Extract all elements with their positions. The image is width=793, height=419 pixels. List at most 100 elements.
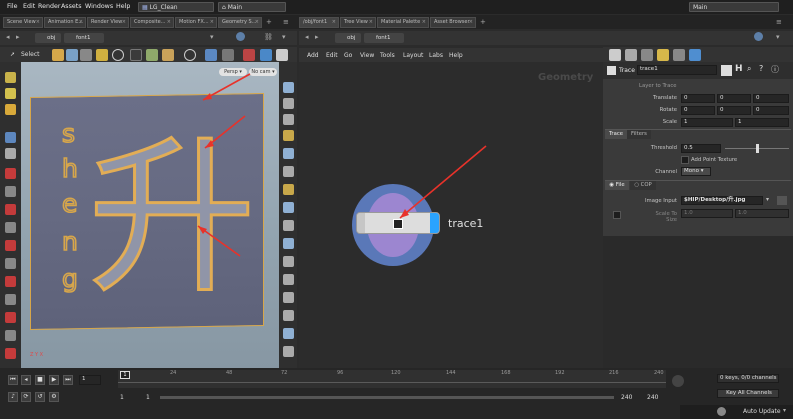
close-icon[interactable]: × [469,18,473,27]
search-icon[interactable]: ⌕ [747,64,751,74]
jump-start-icon[interactable]: ⏮ [8,375,18,385]
uv-icon[interactable] [283,238,294,249]
update-mode-icon[interactable] [717,407,726,416]
add-tab-icon[interactable]: + [480,18,486,26]
key-all-channels-button[interactable]: Key All Channels [717,389,779,398]
scale-to-size-x[interactable]: 1.0 [681,209,733,218]
close-icon[interactable]: × [369,18,373,27]
loop-icon[interactable]: ↺ [35,392,45,402]
tab-filters[interactable]: Filters [627,130,651,139]
start-frame[interactable]: 1 [120,394,124,401]
close-icon[interactable]: × [422,18,426,27]
bulb-icon[interactable] [283,130,294,141]
crop-icon[interactable] [283,310,294,321]
scale-to-size-checkbox[interactable] [613,211,621,219]
ghost-icon[interactable] [283,148,294,159]
add-point-texture-checkbox[interactable] [681,156,689,164]
template-icon[interactable] [283,166,294,177]
gear-icon[interactable] [721,65,732,76]
node-name-field[interactable]: trace1 [637,65,717,75]
current-frame-field[interactable]: 1 [79,375,101,385]
translate-z[interactable]: 0 [753,94,789,103]
cube-icon[interactable] [283,328,294,339]
path-node[interactable]: font1 [364,33,404,43]
net-menu-view[interactable]: View [360,52,374,59]
translate-x[interactable]: 0 [681,94,715,103]
net-menu-go[interactable]: Go [344,52,352,59]
back-arrow-icon[interactable]: ◂ [305,33,309,41]
pane-menu-icon[interactable]: ≡ [776,18,782,26]
net-menu-edit[interactable]: Edit [326,52,338,59]
threshold-slider-handle[interactable] [755,144,759,153]
settings-icon[interactable]: ⚙ [49,392,59,402]
tick-label: 144 [446,370,456,376]
rotate-z[interactable]: 0 [753,106,789,115]
net-menu-layout[interactable]: Layout [403,52,423,59]
list-icon[interactable] [641,49,653,61]
layout-icon[interactable] [673,49,685,61]
play-icon[interactable]: ▶ [49,375,59,385]
note-icon[interactable] [657,49,669,61]
end-frame[interactable]: 240 [621,394,632,401]
chevron-down-icon[interactable]: ▾ [783,407,786,414]
audio-icon[interactable]: ♪ [8,392,18,402]
path-obj[interactable]: obj [335,33,361,43]
param-empty-area [603,236,793,368]
tools-icon[interactable] [609,49,621,61]
info-icon[interactable] [689,49,701,61]
tab-network-obj-font1[interactable]: /obj/font1 × [299,17,339,28]
pen-icon[interactable] [283,274,294,285]
net-menu-add[interactable]: Add [307,52,319,59]
end-frame-2[interactable]: 240 [647,394,658,401]
translate-y[interactable]: 0 [717,94,751,103]
pencil-icon[interactable] [283,346,294,357]
file-chooser-icon[interactable] [777,196,787,205]
tab-cop[interactable]: ○ COP [630,181,656,190]
chevron-down-icon[interactable]: ▾ [776,33,780,41]
tab-tree-view[interactable]: Tree View × [340,17,376,28]
tab-trace[interactable]: Trace [605,130,627,139]
image-input-field[interactable]: $HIP/Desktop/升.jpg [681,196,763,205]
close-icon[interactable]: × [332,18,336,27]
search-icon[interactable] [672,375,684,387]
tab-material-palette[interactable]: Material Palette × [377,17,429,28]
playhead[interactable]: 1 [120,371,130,379]
scale-x[interactable]: 1 [681,118,733,127]
display-points-icon[interactable] [283,82,294,93]
net-menu-labs[interactable]: Labs [429,52,443,59]
channel-dropdown[interactable]: Mono ▾ [681,167,711,176]
chevron-down-icon[interactable]: ▾ [766,196,769,203]
timeline-track[interactable]: 1 24 48 72 96 120 144 168 192 216 240 [118,370,666,388]
realtime-icon[interactable]: ⟳ [21,392,31,402]
net-menu-help[interactable]: Help [449,52,463,59]
lock-icon[interactable] [283,114,294,125]
step-back-icon[interactable]: ◂ [21,375,31,385]
light-bulb-icon[interactable] [283,184,294,195]
jump-end-icon[interactable]: ⏭ [63,375,73,385]
help-icon[interactable]: ? [759,64,763,73]
tab-file[interactable]: ◉ File [605,181,629,190]
auto-update-label[interactable]: Auto Update [743,408,781,415]
pin-icon[interactable] [754,32,763,41]
forward-arrow-icon[interactable]: ▸ [315,33,319,41]
info-icon[interactable]: ⓘ [771,64,779,75]
scale-to-size-y[interactable]: 1.0 [735,209,789,218]
help-h-icon[interactable]: H [735,64,743,74]
start-frame-2[interactable]: 1 [146,394,150,401]
scale-y[interactable]: 1 [735,118,789,127]
grid-icon[interactable] [283,202,294,213]
range-bar[interactable] [160,396,614,399]
network-view-icon[interactable] [625,49,637,61]
network-editor[interactable]: Add Add Edit Go View Tools Layout Labs H… [299,48,603,368]
ortho-icon[interactable] [283,220,294,231]
display-normals-icon[interactable] [283,98,294,109]
rotate-y[interactable]: 0 [717,106,751,115]
rotate-x[interactable]: 0 [681,106,715,115]
dot-icon[interactable] [283,256,294,267]
threshold-field[interactable]: 0.5 [681,144,721,153]
tab-asset-browser[interactable]: Asset Browser × [430,17,476,28]
right-context-dropdown[interactable]: Main [689,2,779,12]
net-menu-tools[interactable]: Tools [380,52,395,59]
stop-icon[interactable]: ■ [35,375,45,385]
number-icon[interactable] [283,292,294,303]
